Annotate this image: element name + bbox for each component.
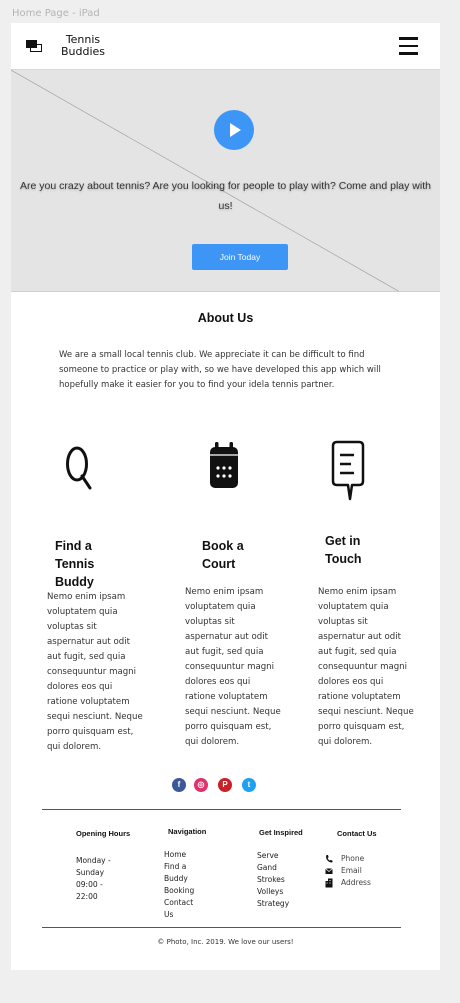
logo-mark-icon xyxy=(26,40,42,52)
footer-get-inspired-list: Serve Gand Strokes Volleys Strategy xyxy=(257,850,289,910)
email-icon xyxy=(325,868,333,874)
twitter-icon[interactable]: t xyxy=(242,778,256,792)
opening-hours-text: Monday - Sunday 09:00 - 22:00 xyxy=(76,856,111,901)
footer-opening-hours-title: Opening Hours xyxy=(76,829,131,838)
logo-line-2: Buddies xyxy=(61,45,106,58)
top-header: Tennis Buddies xyxy=(11,23,440,70)
inspired-link-volleys[interactable]: Volleys xyxy=(257,886,289,898)
copyright-text: © Photo, Inc. 2019. We love our users! xyxy=(157,938,294,946)
about-title: About Us xyxy=(197,311,254,325)
chat-icon xyxy=(331,440,365,501)
play-icon xyxy=(230,123,241,137)
join-today-button[interactable]: Join Today xyxy=(192,244,288,270)
footer-nav-home[interactable]: Home xyxy=(164,849,194,861)
feature-title-book-court: Book a Court xyxy=(202,539,244,571)
about-text: We are a small local tennis club. We app… xyxy=(59,350,381,390)
inspired-link-strokes[interactable]: Strokes xyxy=(257,874,289,886)
footer-top-divider xyxy=(42,809,401,810)
footer-bottom-divider xyxy=(42,927,401,928)
footer-nav-find-buddy[interactable]: Find a Buddy xyxy=(164,861,194,885)
hero-video-placeholder: Are you crazy about tennis? Are you look… xyxy=(11,70,440,292)
footer-contact-title: Contact Us xyxy=(337,829,377,838)
pinterest-icon[interactable]: P xyxy=(218,778,232,792)
hero-tagline: Are you crazy about tennis? Are you look… xyxy=(20,180,431,212)
inspired-link-gand[interactable]: Gand xyxy=(257,862,289,874)
search-icon xyxy=(66,446,92,490)
feature-body-book-court: Nemo enim ipsam voluptatem quia voluptas… xyxy=(185,587,281,747)
feature-body-find-buddy: Nemo enim ipsam voluptatem quia voluptas… xyxy=(47,592,143,752)
instagram-icon[interactable]: ◎ xyxy=(194,778,208,792)
footer-navigation-list: Home Find a Buddy Booking Contact Us xyxy=(164,849,194,921)
feature-title-find-buddy: Find a Tennis Buddy xyxy=(55,539,95,589)
ipad-page: Tennis Buddies Are you crazy about tenni… xyxy=(11,23,440,970)
hamburger-menu-icon[interactable] xyxy=(399,37,419,55)
address-icon xyxy=(325,878,333,888)
logo-text[interactable]: Tennis Buddies xyxy=(61,34,105,58)
feature-body-get-in-touch: Nemo enim ipsam voluptatem quia voluptas… xyxy=(318,587,414,747)
phone-icon xyxy=(326,855,333,863)
footer-get-inspired-title: Get Inspired xyxy=(259,828,303,837)
play-button[interactable] xyxy=(214,110,254,150)
inspired-link-strategy[interactable]: Strategy xyxy=(257,898,289,910)
inspired-link-serve[interactable]: Serve xyxy=(257,850,289,862)
footer-nav-booking[interactable]: Booking xyxy=(164,885,194,897)
footer-navigation-title: Navigation xyxy=(168,827,207,836)
frame-label: Home Page - iPad xyxy=(12,8,100,19)
calendar-icon xyxy=(210,442,238,488)
facebook-icon[interactable]: f xyxy=(172,778,186,792)
footer-nav-contact-us[interactable]: Contact Us xyxy=(164,897,194,921)
feature-title-get-in-touch: Get in Touch xyxy=(325,534,362,566)
